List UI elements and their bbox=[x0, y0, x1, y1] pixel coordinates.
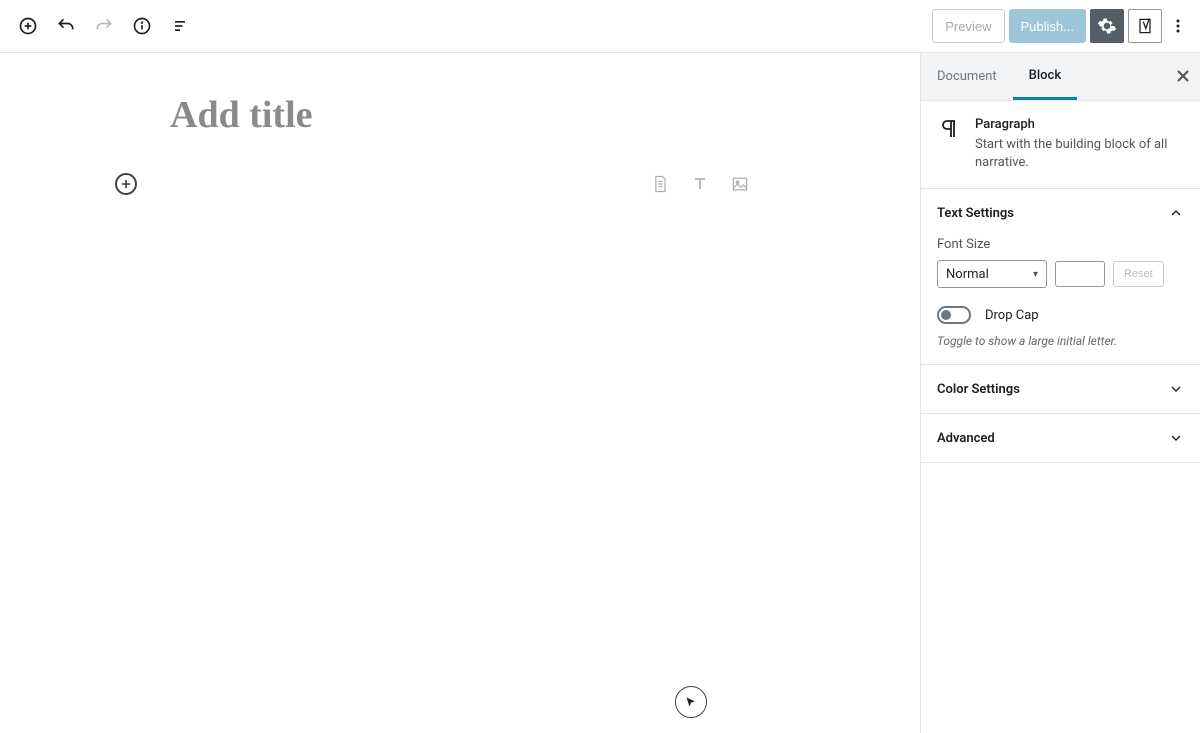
toolbar-right-group: Preview Publish... bbox=[932, 9, 1190, 43]
tab-block[interactable]: Block bbox=[1013, 53, 1077, 100]
chevron-down-icon bbox=[1168, 381, 1184, 397]
font-size-row: Normal Reset bbox=[937, 260, 1184, 288]
settings-toggle-button[interactable] bbox=[1090, 9, 1124, 43]
font-size-label: Font Size bbox=[937, 237, 1184, 252]
list-icon bbox=[170, 16, 190, 36]
block-type-desc: Start with the building block of all nar… bbox=[975, 136, 1184, 172]
top-toolbar: Preview Publish... bbox=[0, 0, 1200, 53]
panel-title-color-settings: Color Settings bbox=[937, 382, 1020, 397]
panel-head-text-settings[interactable]: Text Settings bbox=[921, 189, 1200, 237]
kebab-icon bbox=[1168, 16, 1188, 36]
paragraph-icon bbox=[937, 117, 961, 141]
editor-canvas: Add title bbox=[0, 53, 920, 733]
drop-cap-row: Drop Cap bbox=[937, 306, 1184, 324]
gear-icon bbox=[1097, 16, 1117, 36]
info-button[interactable] bbox=[124, 8, 160, 44]
undo-button[interactable] bbox=[48, 8, 84, 44]
redo-icon bbox=[94, 16, 114, 36]
more-menu-button[interactable] bbox=[1166, 16, 1190, 36]
tab-document[interactable]: Document bbox=[921, 53, 1013, 100]
panel-title-text-settings: Text Settings bbox=[937, 206, 1014, 221]
block-description: Paragraph Start with the building block … bbox=[921, 101, 1200, 189]
info-icon bbox=[132, 16, 152, 36]
panel-color-settings: Color Settings bbox=[921, 365, 1200, 414]
image-icon bbox=[730, 174, 750, 194]
panel-text-settings: Text Settings Font Size Normal Reset Dro… bbox=[921, 189, 1200, 365]
yoast-button[interactable] bbox=[1128, 9, 1162, 43]
empty-block-row bbox=[0, 173, 920, 195]
panel-advanced: Advanced bbox=[921, 414, 1200, 463]
document-icon bbox=[650, 174, 670, 194]
drop-cap-help: Toggle to show a large initial letter. bbox=[937, 334, 1184, 348]
plus-circle-icon bbox=[18, 16, 38, 36]
close-sidebar-button[interactable] bbox=[1176, 67, 1190, 88]
inline-add-block-button[interactable] bbox=[115, 173, 137, 195]
redo-button[interactable] bbox=[86, 8, 122, 44]
panel-head-advanced[interactable]: Advanced bbox=[921, 414, 1200, 462]
panel-title-advanced: Advanced bbox=[937, 431, 995, 446]
chevron-down-icon bbox=[1168, 430, 1184, 446]
preview-button[interactable]: Preview bbox=[932, 9, 1004, 43]
yoast-icon bbox=[1135, 16, 1155, 36]
sidebar-tabs: Document Block bbox=[921, 53, 1200, 101]
font-size-number-input[interactable] bbox=[1055, 261, 1105, 287]
panel-head-color-settings[interactable]: Color Settings bbox=[921, 365, 1200, 413]
drop-cap-toggle[interactable] bbox=[937, 306, 971, 324]
block-type-title: Paragraph bbox=[975, 117, 1184, 132]
font-size-select[interactable]: Normal bbox=[937, 260, 1047, 288]
chevron-up-icon bbox=[1168, 205, 1184, 221]
add-block-button[interactable] bbox=[10, 8, 46, 44]
publish-button[interactable]: Publish... bbox=[1009, 9, 1086, 43]
toolbar-left-group bbox=[10, 8, 198, 44]
close-icon bbox=[1176, 69, 1190, 83]
plus-icon bbox=[121, 179, 131, 189]
font-size-reset-button[interactable]: Reset bbox=[1113, 261, 1164, 287]
main-area: Add title Document Block Paragraph Sta bbox=[0, 53, 1200, 733]
settings-sidebar: Document Block Paragraph Start with the … bbox=[920, 53, 1200, 733]
post-title-input[interactable]: Add title bbox=[170, 93, 920, 137]
inline-inserter-hints bbox=[650, 174, 750, 194]
text-icon bbox=[690, 174, 710, 194]
block-navigation-button[interactable] bbox=[162, 8, 198, 44]
drop-cap-label: Drop Cap bbox=[985, 308, 1039, 323]
panel-body-text-settings: Font Size Normal Reset Drop Cap Toggle t… bbox=[921, 237, 1200, 364]
undo-icon bbox=[56, 16, 76, 36]
